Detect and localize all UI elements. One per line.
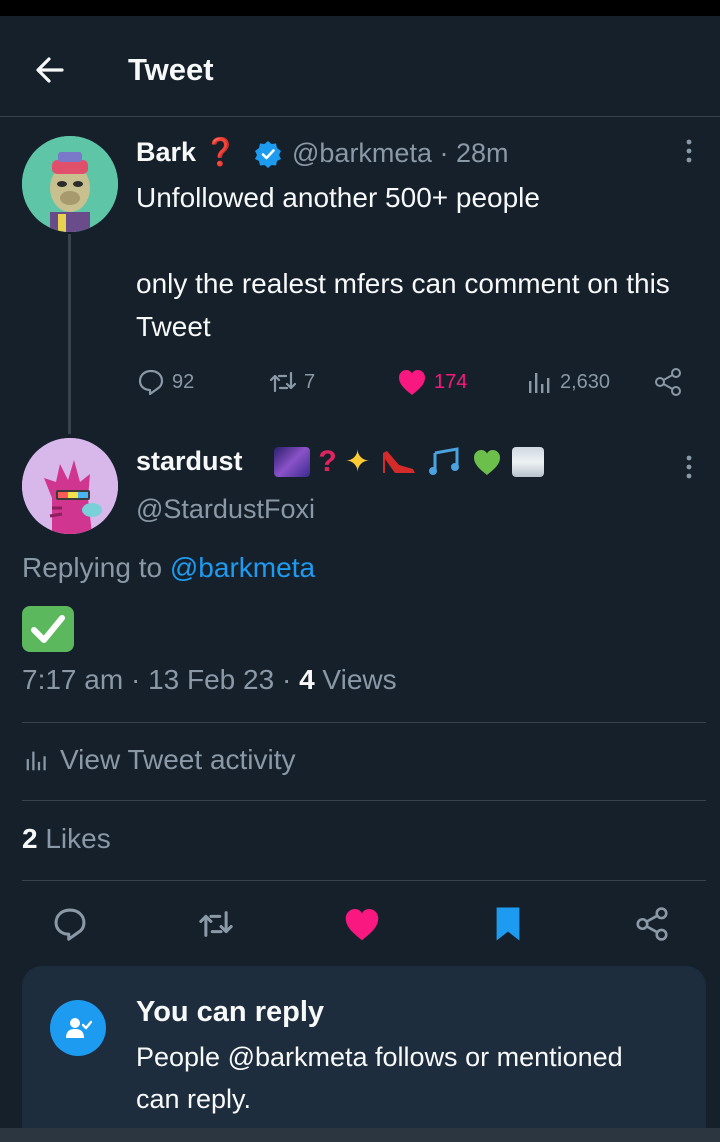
- thread-connector: [68, 234, 71, 434]
- top-app-bar: Tweet: [0, 16, 720, 117]
- reply-name-emojis: ? ✦: [274, 444, 544, 484]
- share-action[interactable]: [652, 364, 684, 400]
- heart-filled-icon: [345, 909, 379, 941]
- display-name: Bark: [136, 137, 197, 167]
- heel-shoe-emoji: [382, 451, 415, 474]
- bookmark-button[interactable]: [484, 900, 532, 948]
- likes-label: Likes: [45, 823, 111, 854]
- reply-action[interactable]: 92: [136, 364, 194, 400]
- reply-author-handle[interactable]: @StardustFoxi: [136, 494, 315, 525]
- reply-button[interactable]: [46, 900, 94, 948]
- reply-icon: [54, 908, 86, 941]
- share-icon: [655, 368, 681, 396]
- separator: ·: [439, 138, 449, 168]
- tweet-text: Unfollowed another 500+ people only the …: [136, 176, 706, 348]
- reply-count: 92: [172, 370, 195, 393]
- view-tweet-activity-link[interactable]: View Tweet activity: [22, 744, 296, 776]
- replying-to: Replying to @barkmeta: [22, 552, 315, 584]
- fox-avatar-image: [22, 438, 118, 534]
- milky-way-emoji: [274, 447, 310, 478]
- check-mark-emoji: [22, 606, 74, 652]
- retweet-button[interactable]: [192, 900, 240, 948]
- bookmark-filled-icon: [496, 907, 520, 941]
- like-count: 174: [434, 370, 468, 393]
- ape-avatar-image: [22, 136, 118, 232]
- tweet-time[interactable]: 28m: [456, 138, 509, 168]
- tweet-text-line1: Unfollowed another 500+ people: [136, 182, 540, 213]
- music-notes-emoji: [428, 447, 459, 476]
- avatar-bark[interactable]: [22, 136, 118, 232]
- question-emoji: ?: [318, 445, 337, 479]
- activity-chart-icon: [26, 751, 46, 771]
- activity-label: View Tweet activity: [60, 744, 296, 775]
- retweet-icon: [269, 371, 297, 393]
- retweet-count: 7: [304, 370, 316, 393]
- reply-author-name[interactable]: stardust: [136, 446, 243, 477]
- like-action[interactable]: 174: [396, 364, 467, 400]
- card-body: People @barkmeta follows or mentioned ca…: [136, 1042, 623, 1114]
- views-chart-icon: [529, 373, 550, 393]
- reply-more-options-icon[interactable]: [684, 452, 694, 482]
- reply-permission-card: You can reply People @barkmeta follows o…: [22, 966, 706, 1142]
- like-button[interactable]: [338, 900, 386, 948]
- divider: [22, 722, 706, 723]
- views-number: 4: [299, 664, 315, 695]
- likes-number: 2: [22, 823, 38, 854]
- replying-handle-link[interactable]: @barkmeta: [170, 552, 315, 583]
- views-label: Views: [322, 664, 397, 695]
- tweet-clock-time[interactable]: 7:17 am: [22, 664, 123, 695]
- share-button[interactable]: [628, 900, 676, 948]
- heart-filled-icon: [399, 370, 425, 395]
- share-icon: [636, 907, 668, 941]
- sparkles-emoji: ✦: [345, 445, 371, 479]
- avatar-stardust[interactable]: [22, 438, 118, 534]
- author-handle-line: @barkmeta · 28m: [292, 138, 509, 169]
- author-handle[interactable]: @barkmeta: [292, 138, 432, 168]
- person-check-icon: [50, 1000, 106, 1056]
- divider: [22, 800, 706, 801]
- check-mark-icon: [31, 615, 65, 643]
- divider: [22, 880, 706, 881]
- reply-display-name: stardust: [136, 446, 243, 476]
- bottom-edge: [0, 1128, 720, 1142]
- name-emoji: ❓: [203, 137, 238, 167]
- green-heart-emoji: [474, 450, 501, 476]
- person-check-glyph: [66, 1018, 93, 1038]
- status-bar: [0, 0, 720, 16]
- page-title: Tweet: [128, 52, 214, 87]
- tweet-timestamp: 7:17 am · 13 Feb 23 · 4 Views: [22, 664, 397, 695]
- author-name[interactable]: Bark ❓: [136, 136, 237, 168]
- retweet-action[interactable]: 7: [268, 364, 315, 400]
- back-button[interactable]: [30, 50, 70, 90]
- views-action[interactable]: 2,630: [524, 364, 610, 400]
- fog-emoji: [511, 447, 544, 478]
- more-options-icon[interactable]: [684, 136, 694, 166]
- replying-prefix: Replying to: [22, 552, 163, 583]
- views-count: 2,630: [560, 370, 611, 393]
- card-title: You can reply: [136, 996, 325, 1028]
- likes-count-link[interactable]: 2 Likes: [22, 823, 111, 855]
- tweet-date[interactable]: 13 Feb 23: [148, 664, 274, 695]
- arrow-left-icon: [36, 57, 64, 83]
- tweet-text-line2: only the realest mfers can comment on th…: [136, 268, 670, 342]
- retweet-icon: [199, 911, 233, 937]
- reply-icon: [138, 369, 164, 396]
- verified-badge-icon: [255, 141, 281, 168]
